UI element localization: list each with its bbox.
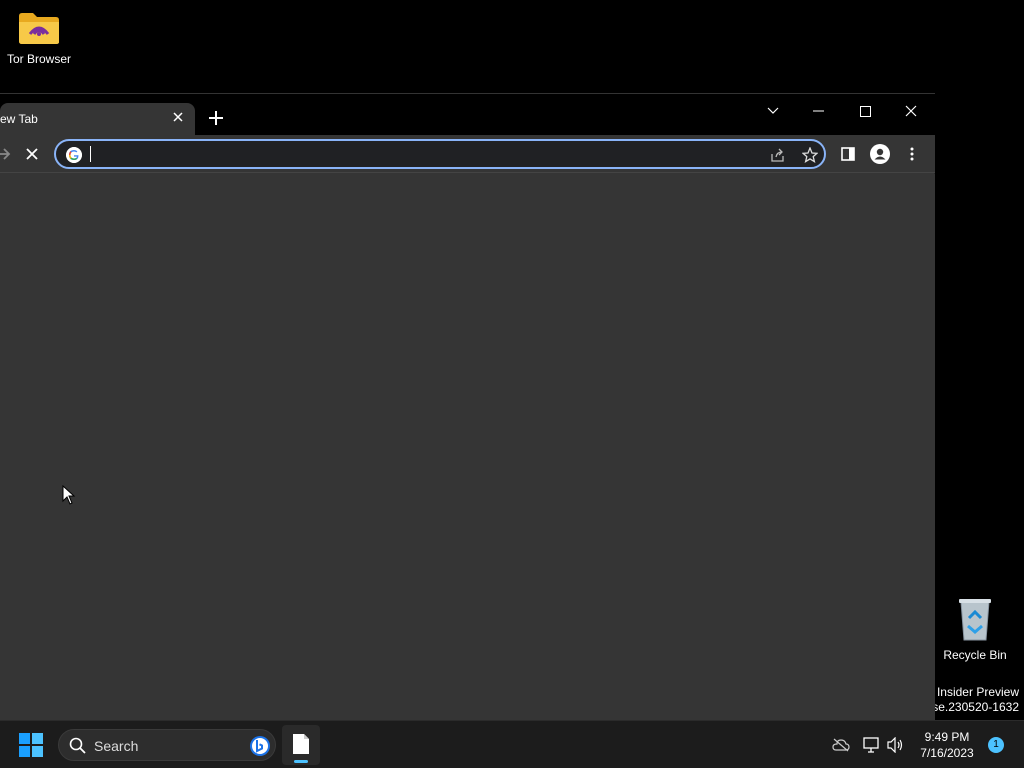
text-caret — [90, 146, 91, 162]
windows-start-icon[interactable] — [18, 732, 44, 758]
tab-search-button[interactable] — [753, 97, 793, 125]
maximize-button[interactable] — [845, 97, 885, 125]
recycle-bin-desktop-icon[interactable]: Recycle Bin — [930, 596, 1020, 662]
desktop-icon-label: Recycle Bin — [943, 648, 1007, 662]
monitor-network-icon — [863, 737, 879, 753]
forward-button[interactable] — [0, 140, 18, 168]
arrow-right-icon — [0, 148, 11, 160]
tab-title: ew Tab — [0, 112, 38, 126]
search-label: Search — [94, 738, 139, 754]
tab-new-tab[interactable]: ew Tab — [0, 103, 195, 136]
desktop-icon-label: Tor Browser — [6, 52, 71, 66]
clock-time: 9:49 PM — [924, 730, 970, 744]
desktop: Tor Browser Recycle Bin o Insider Previe… — [0, 0, 1024, 720]
watermark-line: o Insider Preview — [926, 685, 1019, 699]
volume-icon[interactable] — [886, 735, 906, 755]
profile-button[interactable] — [866, 140, 894, 168]
browser-window: ew Tab — [0, 93, 935, 720]
tab-close-button[interactable] — [170, 110, 186, 126]
search-icon — [69, 737, 86, 754]
recycle-bin-icon — [959, 599, 991, 641]
share-button[interactable] — [764, 141, 792, 169]
watermark-line: ase.230520-1632 — [925, 700, 1019, 714]
maximize-icon — [859, 105, 871, 117]
active-app-indicator — [294, 760, 308, 763]
browser-titlebar[interactable]: ew Tab — [0, 93, 935, 136]
side-panel-button[interactable] — [834, 140, 862, 168]
minimize-icon — [813, 110, 824, 112]
taskbar-app-button[interactable] — [282, 725, 320, 765]
kebab-menu-icon — [910, 147, 914, 161]
close-icon — [26, 148, 38, 160]
new-tab-button[interactable] — [204, 108, 228, 132]
clock-date: 7/16/2023 — [920, 746, 974, 760]
taskbar-search-box[interactable]: Search — [58, 729, 276, 761]
mouse-pointer-icon — [62, 485, 76, 505]
insider-preview-watermark: o Insider Preview ase.230520-1632 — [926, 685, 1019, 715]
plus-icon — [209, 111, 223, 125]
network-icon[interactable] — [862, 735, 882, 755]
folder-icon — [19, 13, 59, 44]
avatar-icon — [870, 144, 890, 164]
chevron-down-icon — [767, 107, 779, 114]
bing-icon[interactable] — [249, 735, 271, 757]
bookmark-star-button[interactable] — [796, 141, 824, 169]
speaker-icon — [887, 737, 903, 753]
onedrive-icon[interactable] — [831, 735, 851, 755]
cloud-off-icon — [832, 738, 850, 752]
google-icon — [66, 147, 82, 163]
tor-browser-desktop-icon[interactable]: Tor Browser — [0, 10, 84, 66]
browser-toolbar — [0, 135, 935, 173]
address-input[interactable] — [96, 144, 756, 164]
browser-menu-button[interactable] — [898, 140, 926, 168]
side-panel-icon — [841, 147, 855, 161]
notification-badge[interactable]: 1 — [988, 737, 1004, 753]
stop-loading-button[interactable] — [18, 140, 46, 168]
close-icon — [173, 112, 183, 122]
system-clock[interactable]: 9:49 PM 7/16/2023 — [912, 729, 982, 761]
star-icon — [802, 147, 818, 163]
share-icon — [771, 148, 784, 162]
address-bar[interactable] — [54, 139, 826, 169]
close-window-button[interactable] — [891, 97, 931, 125]
minimize-button[interactable] — [799, 97, 839, 125]
file-icon — [293, 734, 309, 754]
taskbar: Search 9:49 PM 7/16/2023 1 — [0, 720, 1024, 768]
page-content[interactable] — [0, 174, 935, 720]
close-icon — [905, 105, 917, 117]
